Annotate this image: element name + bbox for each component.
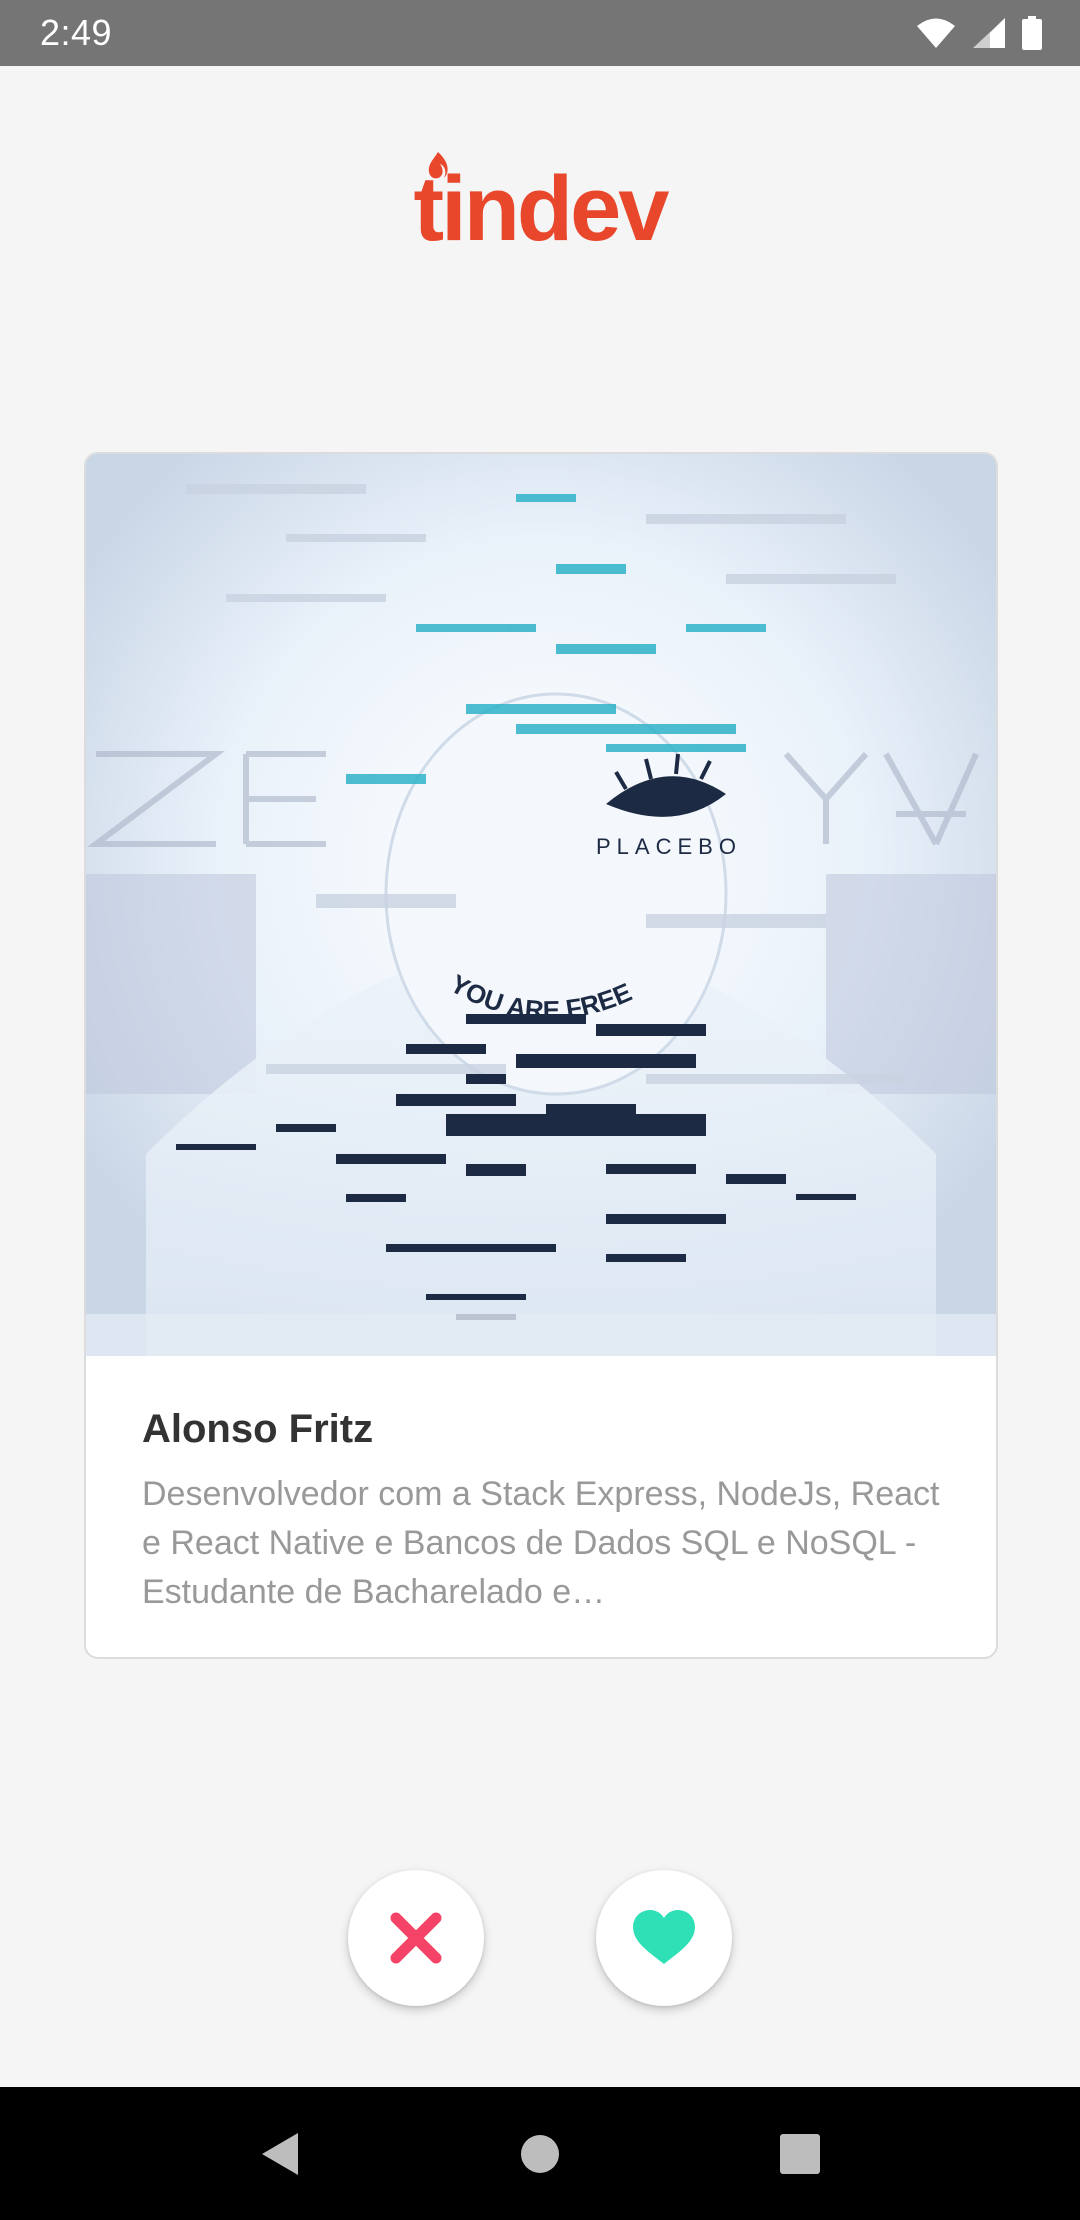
back-button[interactable] (240, 2114, 320, 2194)
svg-text:PLACEBO: PLACEBO (596, 834, 742, 859)
recents-button[interactable] (760, 2114, 840, 2194)
battery-icon (1022, 16, 1042, 50)
back-icon (262, 2132, 298, 2175)
dev-avatar: YOU ARE FREE PLACEBO (86, 454, 996, 1356)
recents-icon (780, 2133, 820, 2174)
close-icon (390, 1912, 442, 1964)
status-icons (916, 16, 1042, 50)
home-button[interactable] (500, 2114, 580, 2194)
logo-text: tindev (414, 158, 670, 248)
status-bar: 2:49 (0, 0, 1080, 66)
dev-name: Alonso Fritz (142, 1407, 374, 1451)
signal-icon (972, 17, 1006, 49)
tindev-logo: tindev (0, 148, 1080, 248)
like-button[interactable] (596, 1870, 732, 2006)
dev-card[interactable]: YOU ARE FREE PLACEBO Alonso Fritz Desenv… (84, 452, 998, 1659)
dislike-button[interactable] (348, 1870, 484, 2006)
dev-info: Alonso Fritz Desenvolvedor com a Stack E… (142, 1404, 940, 1617)
heart-icon (633, 1910, 695, 1964)
screen: 2:49 tindev YOU ARE FREE PLACEBO Alonso … (0, 0, 1080, 2220)
tindev-logo-mark: tindev (414, 152, 672, 248)
dev-bio: Desenvolvedor com a Stack Express, NodeJ… (142, 1475, 940, 1611)
home-icon (521, 2134, 559, 2173)
status-time: 2:49 (40, 12, 113, 53)
wifi-icon (916, 17, 956, 49)
navigation-bar (0, 2087, 1080, 2220)
